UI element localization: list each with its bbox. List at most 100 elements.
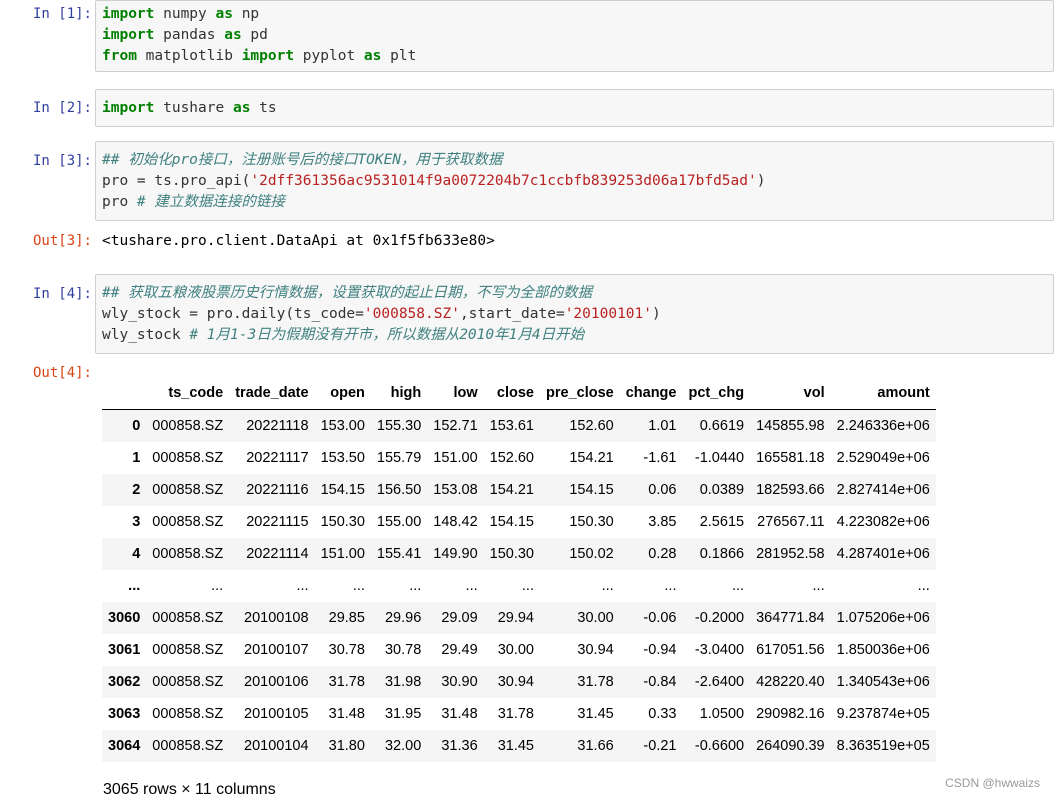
column-header: amount [830, 376, 936, 410]
table-cell: 20221117 [246, 450, 309, 466]
table-cell: ... [296, 578, 309, 594]
table-cell: 000858.SZ [152, 738, 224, 754]
table-cell: 364771.84 [756, 610, 825, 626]
table-cell: -3.0400 [694, 642, 745, 658]
table-cell: ... [917, 578, 930, 594]
row-index: 0 [132, 418, 141, 434]
table-cell: 31.45 [577, 706, 614, 722]
code-keyword: import [241, 48, 295, 64]
table-cell: ... [521, 578, 534, 594]
table-cell: 617051.56 [756, 642, 825, 658]
code-keyword: from [102, 48, 137, 64]
code-keyword: as [363, 48, 382, 64]
table-row: 3064 000858.SZ 20100104 31.80 32.00 31.36 31.4… [102, 730, 936, 762]
code-token: numpy [154, 6, 216, 22]
code-token: tushare [154, 100, 233, 116]
table-cell: 20221114 [246, 546, 309, 562]
code-keyword: as [215, 6, 233, 22]
table-cell: 32.00 [384, 738, 422, 754]
table-cell: 2.246336e+06 [836, 418, 930, 434]
table-cell: 0.06 [648, 482, 677, 498]
table-cell: ... [812, 578, 825, 594]
code-token: pandas [154, 27, 225, 43]
table-cell: 0.1866 [699, 546, 745, 562]
column-header: change [619, 376, 683, 410]
code-token: np [232, 6, 260, 22]
code-line: ## 初始化pro接口，注册账号后的接口TOKEN，用于获取数据 [102, 150, 1053, 171]
code-token: ,start_date= [459, 306, 565, 322]
input-prompt: In [2]: [32, 100, 92, 116]
table-cell: 31.45 [497, 738, 534, 754]
row-index: 3 [132, 514, 141, 530]
code-line: from matplotlib import pyplot as plt [102, 46, 1053, 67]
code-line: pro # 建立数据连接的链接 [102, 192, 1053, 213]
table-cell: 000858.SZ [152, 546, 224, 562]
table-cell: 30.78 [328, 642, 365, 658]
table-cell: ... [465, 578, 478, 594]
table-cell: 31.78 [577, 674, 614, 690]
table-cell: 153.08 [433, 482, 478, 498]
table-cell: 30.00 [577, 610, 614, 626]
table-cell: 155.41 [376, 546, 422, 562]
code-comment: # 1月1-3日为假期没有开市，所以数据从2010年1月4日开始 [189, 327, 585, 343]
table-cell: 153.00 [320, 418, 365, 434]
table-cell: 000858.SZ [152, 450, 224, 466]
row-index: 4 [132, 546, 141, 562]
code-comment: ## 初始化pro接口，注册账号后的接口TOKEN，用于获取数据 [102, 152, 503, 168]
table-cell: 31.48 [441, 706, 478, 722]
table-row: 3 000858.SZ 20221115 150.30 155.00 148.42 154.… [102, 506, 936, 538]
table-cell: -0.84 [643, 674, 677, 690]
table-cell: 20221116 [246, 482, 309, 498]
dataframe-summary: 3065 rows × 11 columns [103, 781, 276, 798]
table-cell: 30.94 [497, 674, 534, 690]
row-index: 3061 [108, 642, 141, 658]
table-header: ts_code trade_date open high low close pre_clo… [102, 376, 936, 410]
table-cell: 154.15 [569, 482, 614, 498]
table-cell: 1.340543e+06 [836, 674, 930, 690]
table-cell: ... [211, 578, 224, 594]
table-cell: 2.827414e+06 [836, 482, 930, 498]
table-cell: -2.6400 [694, 674, 745, 690]
table-cell: 2.529049e+06 [836, 450, 930, 466]
output-prompt: Out[3]: [32, 233, 92, 249]
column-header: pct_chg [682, 376, 751, 410]
table-cell: 20221115 [246, 514, 309, 530]
code-keyword: import [102, 27, 155, 43]
table-cell: 31.98 [384, 674, 422, 690]
row-index: 2 [132, 482, 141, 498]
row-index: 3064 [108, 738, 141, 754]
table-cell: 150.30 [569, 514, 614, 530]
column-header: close [483, 376, 540, 410]
row-index: ... [128, 578, 141, 594]
table-row: 3061 000858.SZ 20100107 30.78 30.78 29.49 30.0… [102, 634, 936, 666]
code-token: pyplot [294, 48, 364, 64]
table-body: 0 000858.SZ 20221118 153.00 155.30 152.71 153.… [102, 409, 936, 762]
table-row: 4 000858.SZ 20221114 151.00 155.41 149.90 150.… [102, 538, 936, 570]
table-cell: 148.42 [433, 514, 478, 530]
table-cell: ... [601, 578, 614, 594]
code-editor[interactable]: ## 获取五粮液股票历史行情数据，设置获取的起止日期，不写为全部的数据 wly_s… [95, 274, 1054, 354]
code-editor[interactable]: ## 初始化pro接口，注册账号后的接口TOKEN，用于获取数据 pro = ts… [95, 141, 1054, 221]
table-cell: 31.80 [328, 738, 365, 754]
table-cell: 30.90 [441, 674, 478, 690]
code-token: plt [381, 48, 417, 64]
table-cell: 153.61 [489, 418, 534, 434]
table-cell: 29.09 [441, 610, 478, 626]
code-token: matplotlib [136, 48, 242, 64]
table-cell: 20100104 [244, 738, 309, 754]
code-editor[interactable]: import numpy as np import pandas as pd fro… [95, 0, 1054, 72]
code-token: ts [250, 100, 277, 116]
table-cell: ... [409, 578, 422, 594]
table-cell: 152.60 [489, 450, 534, 466]
table-cell: 1.075206e+06 [836, 610, 930, 626]
table-row: 0 000858.SZ 20221118 153.00 155.30 152.71 153.… [102, 409, 936, 442]
column-header: trade_date [229, 376, 315, 410]
code-line: import numpy as np [102, 4, 1053, 25]
table-cell: 155.79 [376, 450, 422, 466]
code-line: wly_stock = pro.daily(ts_code='000858.SZ… [102, 304, 1053, 325]
code-string: '2dff361356ac9531014f9a0072204b7c1ccbfb8… [250, 173, 757, 189]
table-cell: 154.21 [569, 450, 614, 466]
code-editor[interactable]: import tushare as ts [95, 89, 1054, 127]
table-cell: 000858.SZ [152, 418, 224, 434]
output-prompt: Out[4]: [32, 365, 92, 381]
